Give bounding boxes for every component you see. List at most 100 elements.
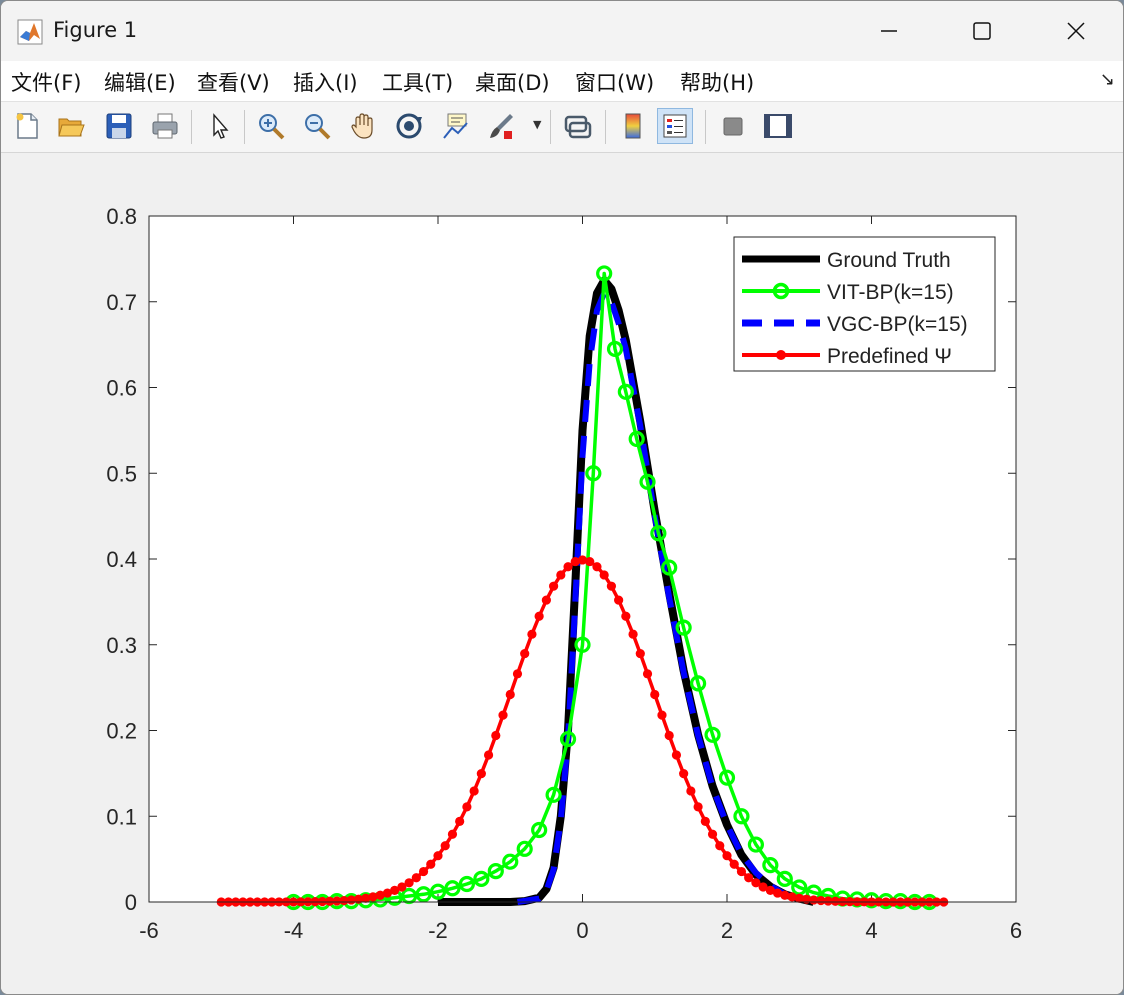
data-point [433, 851, 443, 861]
menu-view[interactable]: 查看(V) [197, 67, 270, 97]
data-point [520, 648, 530, 659]
new-figure-icon [16, 113, 38, 139]
data-point [541, 595, 551, 605]
menu-edit[interactable]: 编辑(E) [104, 67, 176, 97]
select-button[interactable] [201, 108, 237, 144]
menu-desktop[interactable]: 桌面(D) [475, 67, 550, 97]
new-figure-button[interactable] [9, 108, 45, 144]
save-button[interactable] [101, 108, 137, 144]
y-tick-label: 0.6 [106, 376, 137, 401]
data-point [455, 816, 465, 826]
print-button[interactable] [147, 108, 183, 144]
data-point [426, 859, 436, 869]
title-bar: Figure 1 [1, 1, 1123, 61]
plot-axes[interactable]: -6 -4 -2 0 2 4 6 0 0.1 0.2 0.3 0.4 0.5 0.6 0.7 0.8 Grou… [1, 153, 1123, 994]
legend-label-vgc-bp: VGC-BP(k=15) [827, 313, 968, 336]
data-point [505, 689, 515, 700]
link-plot-button[interactable] [559, 108, 595, 144]
menu-help[interactable]: 帮助(H) [680, 67, 754, 97]
data-point [650, 689, 660, 700]
zoom-in-icon [259, 114, 285, 140]
menu-insert[interactable]: 插入(I) [293, 67, 358, 97]
legend[interactable]: Ground Truth VIT-BP(k=15) VGC-BP(k=15) P… [733, 236, 996, 372]
data-point [491, 730, 501, 741]
data-point [549, 581, 559, 591]
data-point [556, 570, 566, 580]
save-icon [106, 113, 132, 139]
data-point [679, 769, 689, 779]
hide-plot-tools-button[interactable] [715, 108, 751, 144]
data-point [469, 786, 479, 796]
y-tick-label: 0.7 [106, 290, 137, 315]
data-point [534, 611, 544, 621]
data-point [614, 595, 624, 605]
rotate-3d-button[interactable] [391, 108, 427, 144]
toolbar-separator [550, 110, 551, 144]
colorbar-button[interactable] [615, 108, 651, 144]
data-point [599, 570, 609, 580]
x-tick-label: -6 [139, 918, 159, 943]
data-point [606, 581, 617, 591]
zoom-out-icon [305, 114, 331, 140]
data-point [736, 866, 747, 877]
legend-icon [663, 114, 687, 138]
link-plot-icon [564, 115, 592, 139]
data-point [527, 629, 537, 639]
menu-file[interactable]: 文件(F) [11, 67, 81, 97]
zoom-in-button[interactable] [253, 108, 289, 144]
toolbar-separator [191, 110, 192, 144]
data-point [664, 730, 674, 741]
open-button[interactable] [53, 108, 89, 144]
y-tick-label: 0.1 [106, 804, 137, 829]
toolbar-separator [705, 110, 706, 144]
maximize-button[interactable] [959, 11, 1005, 51]
data-point [621, 611, 631, 621]
brush-dropdown-arrow-icon[interactable]: ▼ [533, 118, 541, 131]
data-point [657, 710, 667, 720]
data-point [483, 750, 494, 760]
hide-plot-tools-icon [723, 117, 743, 136]
data-cursor-button[interactable] [437, 108, 473, 144]
x-tick-label: 4 [865, 918, 877, 943]
data-point [440, 841, 450, 851]
x-tick-label: 0 [576, 918, 588, 943]
toolbar-separator [605, 110, 606, 144]
legend-label-predefined: Predefined Ψ [827, 345, 952, 368]
show-plot-tools-button[interactable] [759, 108, 795, 144]
pan-button[interactable] [345, 108, 381, 144]
data-cursor-icon [443, 113, 468, 139]
rotate-3d-icon [396, 113, 422, 139]
menu-tools[interactable]: 工具(T) [382, 67, 453, 97]
data-point [498, 710, 508, 720]
x-tick-label: -2 [428, 918, 448, 943]
x-tick-label: 2 [721, 918, 733, 943]
minimize-button[interactable] [866, 11, 912, 51]
y-tick-label: 0.2 [106, 719, 137, 744]
legend-button[interactable] [657, 108, 693, 144]
x-tick-label: -4 [284, 918, 304, 943]
close-button[interactable] [1053, 11, 1099, 51]
minimize-icon [881, 30, 897, 32]
toolbar-separator [244, 110, 245, 144]
data-point [411, 873, 421, 883]
data-point [592, 562, 602, 572]
zoom-out-button[interactable] [299, 108, 335, 144]
dock-arrow-icon[interactable]: ↘ [1100, 69, 1115, 90]
data-point [447, 829, 458, 839]
print-icon [152, 113, 178, 139]
y-tick-label: 0.5 [106, 461, 137, 486]
data-point [476, 769, 486, 779]
window-title: Figure 1 [53, 18, 138, 42]
legend-label-ground-truth: Ground Truth [827, 249, 951, 272]
brush-button[interactable] [483, 108, 519, 144]
select-arrow-icon [213, 113, 229, 139]
data-point [715, 841, 725, 851]
show-plot-tools-icon [764, 114, 792, 138]
y-tick-label: 0.8 [106, 204, 137, 229]
data-point [628, 629, 638, 639]
brush-icon [490, 114, 513, 139]
figure-canvas: -6 -4 -2 0 2 4 6 0 0.1 0.2 0.3 0.4 0.5 0.6 0.7 0.8 Grou… [1, 153, 1123, 994]
data-point [693, 802, 703, 812]
data-point [729, 859, 739, 869]
menu-window[interactable]: 窗口(W) [575, 67, 654, 97]
